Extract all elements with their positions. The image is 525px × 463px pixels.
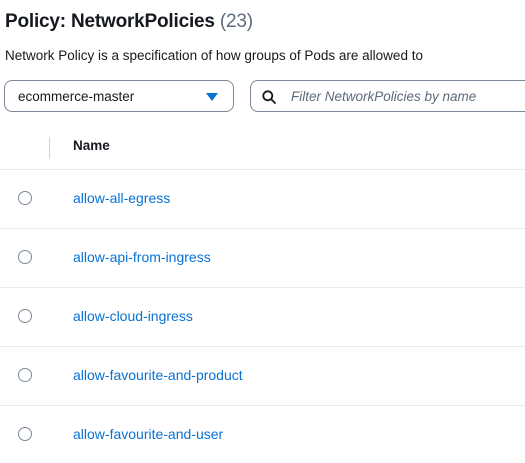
row-select-radio[interactable] (18, 250, 32, 264)
table-header: Name (0, 124, 525, 170)
namespace-select[interactable]: ecommerce-master (4, 80, 234, 112)
page-description: Network Policy is a specification of how… (5, 48, 423, 63)
filter-field[interactable] (250, 80, 525, 112)
table-row: allow-favourite-and-product (0, 347, 525, 406)
filter-input[interactable] (291, 86, 525, 106)
policy-link[interactable]: allow-all-egress (73, 190, 170, 206)
policy-link[interactable]: allow-api-from-ingress (73, 249, 211, 265)
page-title-text: Policy: NetworkPolicies (5, 11, 215, 32)
table-body: allow-all-egress allow-api-from-ingress … (0, 170, 525, 463)
caret-down-icon (206, 93, 218, 101)
table-row: allow-favourite-and-user (0, 406, 525, 463)
row-select-radio[interactable] (18, 191, 32, 205)
page-title: Policy: NetworkPolicies (23) (5, 11, 253, 33)
row-select-radio[interactable] (18, 368, 32, 382)
search-icon (262, 90, 276, 104)
policy-link[interactable]: allow-cloud-ingress (73, 308, 193, 324)
namespace-select-value: ecommerce-master (18, 89, 135, 104)
column-header-name[interactable]: Name (73, 138, 110, 153)
table-row: allow-all-egress (0, 170, 525, 229)
network-policies-page: Policy: NetworkPolicies (23) Network Pol… (0, 0, 525, 463)
table-row: allow-api-from-ingress (0, 229, 525, 288)
table-row: allow-cloud-ingress (0, 288, 525, 347)
column-divider (49, 137, 50, 159)
row-select-radio[interactable] (18, 309, 32, 323)
policy-link[interactable]: allow-favourite-and-user (73, 426, 223, 442)
policy-count: (23) (219, 11, 253, 32)
row-select-radio[interactable] (18, 427, 32, 441)
policy-link[interactable]: allow-favourite-and-product (73, 367, 243, 383)
